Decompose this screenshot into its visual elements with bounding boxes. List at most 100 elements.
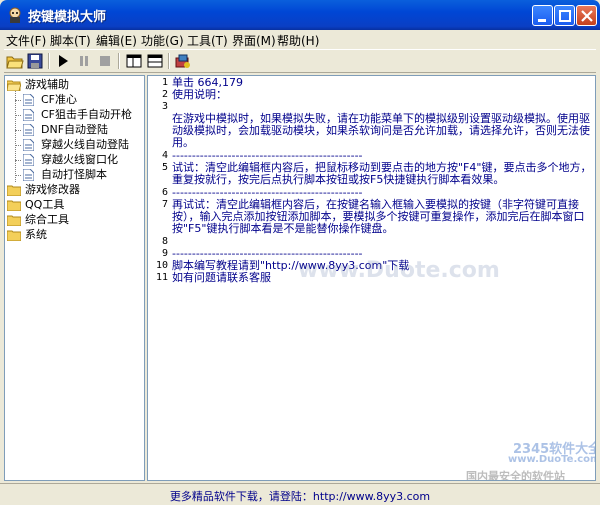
script-file-icon — [23, 94, 34, 106]
open-folder-icon — [7, 80, 21, 91]
pause-button[interactable] — [75, 52, 93, 70]
script-button[interactable] — [174, 52, 192, 70]
open-folder-icon — [6, 56, 24, 69]
tree-group-general-tools[interactable]: 综合工具 — [7, 213, 142, 228]
tree-group-system[interactable]: 系统 — [7, 228, 142, 243]
tree-group-label: 游戏修改器 — [25, 183, 80, 196]
code-line: 试试：清空此编辑框内容后，把鼠标移动到要点击的地方按"F4"键，要点击多个地方，… — [172, 161, 592, 186]
maximize-icon — [559, 10, 571, 22]
menu-bar: 文件(F) 脚本(T) 编辑(E) 功能(G) 工具(T) 界面(M) 帮助(H… — [4, 30, 596, 49]
close-icon — [581, 10, 593, 22]
layout-split-button[interactable] — [125, 52, 143, 70]
status-bar: 更多精品软件下载，请登陆：http://www.8yy3.com — [0, 483, 600, 505]
title-bar[interactable]: 按键模拟大师 — [0, 0, 600, 30]
line-number: 10 — [155, 260, 168, 271]
tree-item-cf-crosshair[interactable]: CF准心 — [23, 93, 141, 108]
script-file-icon — [23, 169, 34, 181]
line-number: 8 — [161, 236, 168, 247]
tree-connector — [15, 100, 21, 101]
code-line: 再试试：清空此编辑框内容后，在按键名输入框输入要模拟的按键（非字符键可直接按），… — [172, 198, 585, 235]
pause-icon — [80, 56, 88, 66]
code-line: 在游戏中模拟时，如果模拟失败，请在功能菜单下的模拟级别设置驱动级模拟。使用驱动级… — [172, 112, 590, 149]
menu-help[interactable]: 帮助(H) — [277, 32, 319, 49]
save-button[interactable] — [26, 52, 44, 70]
folder-icon — [7, 200, 21, 211]
script-file-icon — [23, 139, 34, 151]
line-number: 5 — [161, 162, 168, 173]
close-button[interactable] — [576, 5, 597, 26]
toolbar-separator — [118, 53, 120, 69]
tree-group-label: QQ工具 — [25, 198, 65, 211]
tree-group-label: 系统 — [25, 228, 47, 241]
tree-item-cf-windowed[interactable]: 穿越火线窗口化 — [23, 153, 141, 168]
script-icon — [175, 54, 190, 68]
line-number: 3 — [161, 101, 168, 112]
code-line: 单击 664,179 — [172, 76, 243, 89]
stop-button[interactable] — [96, 52, 114, 70]
tree-item-label: CF狙击手自动开枪 — [41, 108, 133, 121]
line-number: 1 — [161, 77, 168, 88]
layout-panel-icon — [147, 54, 163, 68]
tree-group-label: 游戏辅助 — [25, 78, 69, 91]
open-button[interactable] — [6, 52, 24, 70]
layout-split-icon — [126, 54, 142, 68]
line-number: 4 — [161, 150, 168, 161]
status-text: 更多精品软件下载，请登陆：http://www.8yy3.com — [169, 490, 431, 503]
app-icon — [9, 7, 21, 23]
play-icon — [59, 55, 68, 67]
script-file-icon — [23, 109, 34, 121]
menu-function[interactable]: 功能(G) — [141, 32, 184, 49]
tree-item-auto-monster[interactable]: 自动打怪脚本 — [23, 168, 141, 183]
tree-item-cf-sniper[interactable]: CF狙击手自动开枪 — [23, 108, 141, 123]
tree-connector — [15, 175, 21, 176]
watermark-brand-url: www.DuoTe.com — [508, 454, 596, 465]
line-number: 6 — [161, 187, 168, 198]
tree-connector — [15, 90, 16, 182]
run-button[interactable] — [54, 52, 72, 70]
line-number: 9 — [161, 248, 168, 259]
menu-tools[interactable]: 工具(T) — [187, 32, 228, 49]
stop-icon — [100, 56, 110, 66]
toolbar — [4, 49, 596, 73]
toolbar-separator — [168, 53, 170, 69]
script-editor[interactable]: 1 单击 664,179 2 使用说明： 3 在游戏中模拟时，如果模拟失败，请在… — [147, 75, 596, 481]
menu-interface[interactable]: 界面(M) — [232, 32, 276, 49]
folder-icon — [7, 185, 21, 196]
minimize-icon — [538, 19, 546, 22]
menu-file[interactable]: 文件(F) — [6, 32, 46, 49]
watermark-tagline: 国内最安全的软件站 — [466, 470, 565, 481]
menu-script[interactable]: 脚本(T) — [50, 32, 91, 49]
script-file-icon — [23, 154, 34, 166]
tree-group-game-modifier[interactable]: 游戏修改器 — [7, 183, 142, 198]
line-number: 7 — [161, 199, 168, 210]
line-number: 2 — [161, 89, 168, 100]
tree-group-game-assist[interactable]: 游戏辅助 — [7, 78, 142, 93]
tree-group-label: 综合工具 — [25, 213, 69, 226]
maximize-button[interactable] — [554, 5, 575, 26]
tree-item-label: 穿越火线自动登陆 — [41, 138, 129, 151]
save-icon — [27, 53, 43, 69]
code-line: 使用说明： — [172, 88, 227, 101]
line-number: 11 — [155, 272, 168, 283]
tree-connector — [15, 115, 21, 116]
toolbar-separator — [48, 53, 50, 69]
tree-item-dnf-login[interactable]: DNF自动登陆 — [23, 123, 141, 138]
watermark-text: www.Duote.com — [298, 258, 500, 283]
tree-item-label: 自动打怪脚本 — [41, 168, 107, 181]
tree-item-label: 穿越火线窗口化 — [41, 153, 118, 166]
tree-item-cf-login[interactable]: 穿越火线自动登陆 — [23, 138, 141, 153]
tree-group-qq-tools[interactable]: QQ工具 — [7, 198, 142, 213]
window-title: 按键模拟大师 — [28, 10, 107, 25]
folder-icon — [7, 230, 21, 241]
tree-connector — [15, 130, 21, 131]
tree-item-label: DNF自动登陆 — [41, 123, 109, 136]
script-tree[interactable]: 游戏辅助 CF准心 CF狙击手自动开枪 DNF自动登陆 穿越火线自动登陆 穿越火… — [4, 75, 145, 481]
layout-panel-button[interactable] — [146, 52, 164, 70]
tree-connector — [15, 160, 21, 161]
script-file-icon — [23, 124, 34, 136]
minimize-button[interactable] — [532, 5, 553, 26]
folder-icon — [7, 215, 21, 226]
tree-connector — [15, 145, 21, 146]
tree-item-label: CF准心 — [41, 93, 78, 106]
menu-edit[interactable]: 编辑(E) — [96, 32, 137, 49]
